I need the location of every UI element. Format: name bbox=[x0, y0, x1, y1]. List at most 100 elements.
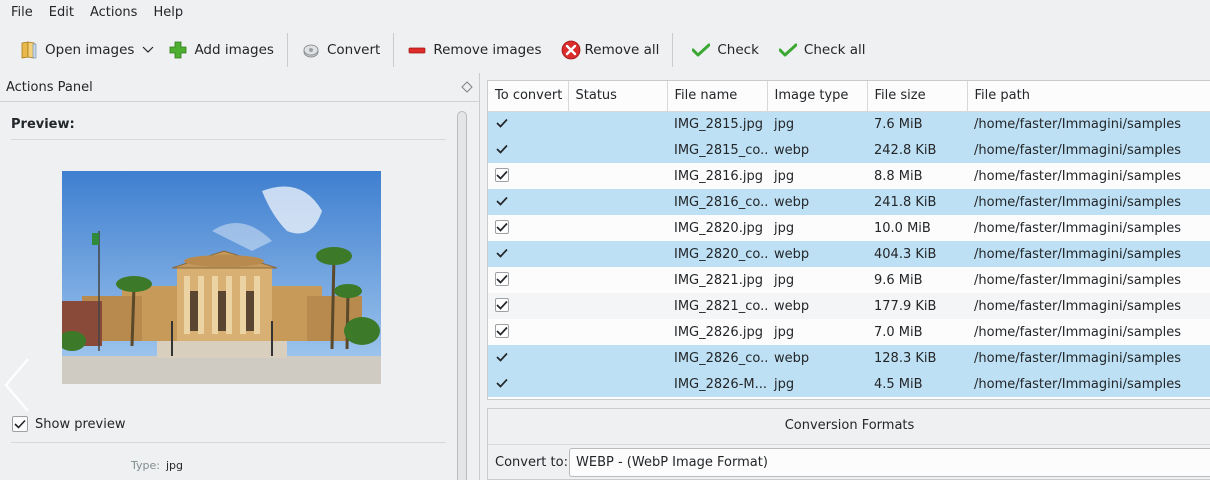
table-row[interactable]: IMG_2815_co... webp 242.8 KiB/home/faster/… bbox=[488, 137, 1210, 163]
table-header: To convert Status File name Image type F… bbox=[488, 81, 1210, 112]
to-convert-cell[interactable] bbox=[488, 345, 568, 371]
convert-label: Convert bbox=[326, 42, 381, 58]
check-icon[interactable] bbox=[495, 220, 509, 234]
toolbar-separator bbox=[286, 33, 288, 67]
check-label: Check bbox=[717, 42, 759, 58]
show-preview-checkbox[interactable]: Show preview bbox=[12, 416, 125, 432]
to-convert-cell[interactable] bbox=[488, 267, 568, 293]
image-type-cell: jpg bbox=[767, 319, 867, 345]
open-images-label: Open images bbox=[45, 42, 135, 58]
column-header[interactable]: Status bbox=[568, 81, 668, 112]
file-path-cell: /home/faster/Immagini/samples bbox=[967, 215, 1210, 241]
to-convert-cell[interactable] bbox=[488, 241, 568, 267]
book-open-icon bbox=[19, 40, 39, 60]
float-panel-icon[interactable] bbox=[461, 81, 473, 93]
file-path-cell: /home/faster/Immagini/samples bbox=[967, 371, 1210, 397]
previous-arrow-icon[interactable] bbox=[0, 355, 30, 415]
check-all-label: Check all bbox=[803, 42, 866, 58]
table-row[interactable]: IMG_2826_co... webp 128.3 KiB/home/faster/… bbox=[488, 345, 1210, 371]
checkbox-icon[interactable] bbox=[12, 416, 28, 432]
check-icon[interactable] bbox=[495, 194, 509, 208]
remove-images-button[interactable]: Remove images bbox=[400, 33, 548, 67]
to-convert-cell[interactable] bbox=[488, 293, 568, 319]
image-type-cell: jpg bbox=[767, 163, 867, 189]
check-icon[interactable] bbox=[495, 350, 509, 364]
column-header[interactable]: File size bbox=[867, 81, 968, 112]
file-path-cell: /home/faster/Immagini/samples bbox=[967, 293, 1210, 319]
column-header[interactable]: File name bbox=[667, 81, 768, 112]
status-cell bbox=[568, 371, 667, 397]
menu-file[interactable]: File bbox=[3, 1, 41, 25]
file-name-cell: IMG_2820_co... bbox=[667, 241, 767, 267]
check-icon[interactable] bbox=[495, 298, 509, 312]
check-icon[interactable] bbox=[495, 168, 509, 182]
open-images-button[interactable]: Open images bbox=[12, 33, 161, 67]
status-cell bbox=[568, 267, 667, 293]
to-convert-cell[interactable] bbox=[488, 163, 568, 189]
check-icon[interactable] bbox=[495, 116, 509, 130]
menu-help[interactable]: Help bbox=[145, 1, 191, 25]
file-name-cell: IMG_2826_co... bbox=[667, 345, 767, 371]
table-row[interactable]: IMG_2821_co... webp 177.9 KiB/home/faster/… bbox=[488, 293, 1210, 319]
status-cell bbox=[568, 319, 667, 345]
file-name-cell: IMG_2821.jpg bbox=[667, 267, 767, 293]
remove-all-button[interactable]: Remove all bbox=[549, 33, 667, 67]
add-images-label: Add images bbox=[194, 42, 274, 58]
chevron-down-icon[interactable] bbox=[142, 46, 154, 54]
toolbar: Open images Add images Convert Remove im… bbox=[0, 28, 1210, 72]
file-name-cell: IMG_2826-M... bbox=[667, 371, 767, 397]
column-header[interactable]: File path bbox=[967, 81, 1210, 112]
to-convert-cell[interactable] bbox=[488, 137, 568, 163]
status-cell bbox=[568, 345, 667, 371]
minus-icon bbox=[407, 40, 427, 60]
convert-to-select[interactable]: WEBP - (WebP Image Format) bbox=[569, 448, 1210, 477]
actions-panel: Actions Panel Preview: Show preview Type… bbox=[0, 73, 479, 480]
file-path-cell: /home/faster/Immagini/samples bbox=[967, 345, 1210, 371]
check-icon[interactable] bbox=[495, 142, 509, 156]
image-type-cell: webp bbox=[767, 293, 867, 319]
file-size-cell: 128.3 KiB bbox=[867, 345, 967, 371]
panel-splitter[interactable] bbox=[479, 73, 480, 480]
file-name-cell: IMG_2816.jpg bbox=[667, 163, 767, 189]
convert-button[interactable]: Convert bbox=[294, 33, 387, 67]
file-size-cell: 404.3 KiB bbox=[867, 241, 967, 267]
table-row[interactable]: IMG_2821.jpg jpg 9.6 MiB/home/faster/Immag… bbox=[488, 267, 1210, 293]
table-row[interactable]: IMG_2815.jpg jpg 7.6 MiB/home/faster/Immag… bbox=[488, 111, 1210, 137]
to-convert-cell[interactable] bbox=[488, 189, 568, 215]
check-button[interactable]: Check bbox=[679, 33, 766, 67]
file-size-cell: 177.9 KiB bbox=[867, 293, 967, 319]
divider bbox=[11, 442, 446, 443]
to-convert-cell[interactable] bbox=[488, 215, 568, 241]
file-name-cell: IMG_2815_co... bbox=[667, 137, 767, 163]
table-row[interactable]: IMG_2820.jpg jpg 10.0 MiB/home/faster/Imma… bbox=[488, 215, 1210, 241]
preview-image bbox=[62, 171, 381, 384]
menubar: File Edit Actions Help bbox=[0, 0, 1210, 26]
gear-icon bbox=[301, 40, 321, 60]
table-row[interactable]: IMG_2816.jpg jpg 8.8 MiB/home/faster/Immag… bbox=[488, 163, 1210, 189]
status-cell bbox=[568, 163, 667, 189]
to-convert-cell[interactable] bbox=[488, 111, 568, 137]
check-icon[interactable] bbox=[495, 376, 509, 390]
check-icon[interactable] bbox=[495, 272, 509, 286]
check-icon[interactable] bbox=[495, 246, 509, 260]
add-images-button[interactable]: Add images bbox=[161, 33, 281, 67]
check-icon[interactable] bbox=[495, 324, 509, 338]
to-convert-cell[interactable] bbox=[488, 319, 568, 345]
column-header[interactable]: Image type bbox=[767, 81, 868, 112]
panel-body: Preview: Show preview Type: jpg bbox=[0, 103, 479, 480]
table-row[interactable]: IMG_2816_co... webp 241.8 KiB/home/faster/… bbox=[488, 189, 1210, 215]
to-convert-cell[interactable] bbox=[488, 371, 568, 397]
menu-actions[interactable]: Actions bbox=[82, 1, 146, 25]
table-row[interactable]: IMG_2826-M... jpg 4.5 MiB/home/faster/Imma… bbox=[488, 371, 1210, 397]
table-row[interactable]: IMG_2820_co... webp 404.3 KiB/home/faster/… bbox=[488, 241, 1210, 267]
file-name-cell: IMG_2816_co... bbox=[667, 189, 767, 215]
panel-scrollbar[interactable] bbox=[457, 111, 467, 480]
divider bbox=[488, 444, 1210, 445]
file-size-cell: 10.0 MiB bbox=[867, 215, 967, 241]
menu-edit[interactable]: Edit bbox=[41, 1, 82, 25]
conversion-formats-panel: Conversion Formats Convert to: WEBP - (W… bbox=[487, 408, 1210, 480]
check-all-button[interactable]: Check all bbox=[766, 33, 873, 67]
table-row[interactable]: IMG_2826.jpg jpg 7.0 MiB/home/faster/Immag… bbox=[488, 319, 1210, 345]
column-header[interactable]: To convert bbox=[488, 81, 569, 112]
image-type-cell: jpg bbox=[767, 111, 867, 137]
